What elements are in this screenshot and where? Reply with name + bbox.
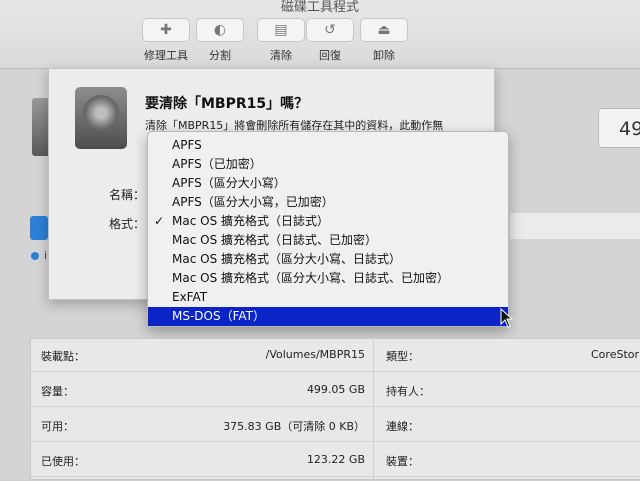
format-menu-item-label: APFS（區分大小寫，已加密）	[172, 195, 334, 209]
toolbar: 磁碟工具程式 ✚ 修理工具 ◐ 分割 ▤ 清除 ↺ 回復 ⏏ 卸除	[0, 0, 640, 69]
unmount-button[interactable]: ⏏ 卸除	[352, 18, 416, 63]
format-label: 格式：	[109, 217, 146, 231]
format-menu-item-label: APFS	[172, 138, 202, 152]
restore-icon: ↺	[306, 18, 354, 42]
info-value-left: 499.05 GB	[306, 383, 365, 396]
capacity-display: 49	[598, 108, 640, 148]
format-menu-item[interactable]: APFS	[148, 136, 508, 155]
usage-legend-label: i	[44, 249, 48, 262]
format-menu-item[interactable]: APFS（區分大小寫，已加密）	[148, 193, 508, 212]
info-row: 裝載點： /Volumes/MBPR15 類型： CoreStor	[31, 339, 640, 372]
format-menu-item[interactable]: ✓ Mac OS 擴充格式（日誌式）	[148, 212, 508, 231]
info-row: 可用： 375.83 GB（可清除 0 KB） 連線：	[31, 409, 640, 442]
format-menu-item-label: APFS（已加密）	[172, 157, 262, 171]
format-menu-item[interactable]: APFS（區分大小寫）	[148, 174, 508, 193]
hard-disk-icon	[75, 87, 127, 149]
info-value-left: 375.83 GB（可清除 0 KB）	[223, 420, 365, 433]
sheet-title: 要清除「MBPR15」嗎？	[145, 96, 309, 112]
name-label: 名稱：	[109, 188, 146, 202]
format-menu-item[interactable]: Mac OS 擴充格式（區分大小寫、日誌式、已加密）	[148, 269, 508, 288]
name-field-background	[510, 213, 640, 239]
info-key-left: 可用：	[41, 420, 74, 433]
format-menu-item-label: Mac OS 擴充格式（區分大小寫、日誌式、已加密）	[172, 271, 449, 285]
format-menu-item-label: MS-DOS（FAT）	[172, 309, 266, 323]
format-menu-item[interactable]: MS-DOS（FAT）	[148, 307, 508, 326]
sidebar-selection-highlight	[30, 216, 48, 240]
info-key-left: 裝載點：	[41, 350, 85, 363]
info-key-left: 已使用：	[41, 455, 85, 468]
format-menu-item[interactable]: APFS（已加密）	[148, 155, 508, 174]
format-menu-item[interactable]: Mac OS 擴充格式（日誌式、已加密）	[148, 231, 508, 250]
info-value-left: 123.22 GB	[306, 453, 365, 466]
format-menu-item-label: Mac OS 擴充格式（日誌式）	[172, 214, 329, 228]
info-row: 容量： 499.05 GB 持有人：	[31, 374, 640, 407]
info-panel: 裝載點： /Volumes/MBPR15 類型： CoreStor 容量： 499.05 …	[30, 338, 640, 481]
checkmark-icon: ✓	[154, 214, 165, 228]
info-value-left: /Volumes/MBPR15	[265, 348, 365, 361]
unmount-icon: ⏏	[360, 18, 408, 42]
info-key-right: 類型：	[386, 350, 419, 363]
format-menu-item[interactable]: ExFAT	[148, 288, 508, 307]
format-menu-item[interactable]: Mac OS 擴充格式（區分大小寫、日誌式）	[148, 250, 508, 269]
info-key-left: 容量：	[41, 385, 74, 398]
info-key-right: 裝置：	[386, 455, 419, 468]
info-key-right: 連線：	[386, 420, 419, 433]
partition-button[interactable]: ◐ 分割	[188, 18, 252, 63]
partition-icon: ◐	[196, 18, 244, 42]
format-dropdown-menu[interactable]: APFS APFS（已加密） APFS（區分大小寫） APFS（區分大小寫，已加密） ✓…	[147, 131, 509, 327]
usage-legend-dot	[31, 252, 39, 260]
format-menu-item-label: ExFAT	[172, 290, 208, 304]
info-row: 已使用： 123.22 GB 裝置：	[31, 444, 640, 477]
mouse-cursor-icon	[500, 308, 514, 328]
info-key-right: 持有人：	[386, 385, 430, 398]
format-menu-item-label: Mac OS 擴充格式（區分大小寫、日誌式）	[172, 252, 401, 266]
format-menu-item-label: APFS（區分大小寫）	[172, 176, 286, 190]
info-value-right: CoreStor	[591, 348, 640, 361]
app-title: 磁碟工具程式	[280, 0, 359, 15]
format-menu-item-label: Mac OS 擴充格式（日誌式、已加密）	[172, 233, 377, 247]
partition-label: 分割	[209, 49, 231, 62]
first-aid-icon: ✚	[142, 18, 190, 42]
unmount-label: 卸除	[373, 49, 395, 62]
